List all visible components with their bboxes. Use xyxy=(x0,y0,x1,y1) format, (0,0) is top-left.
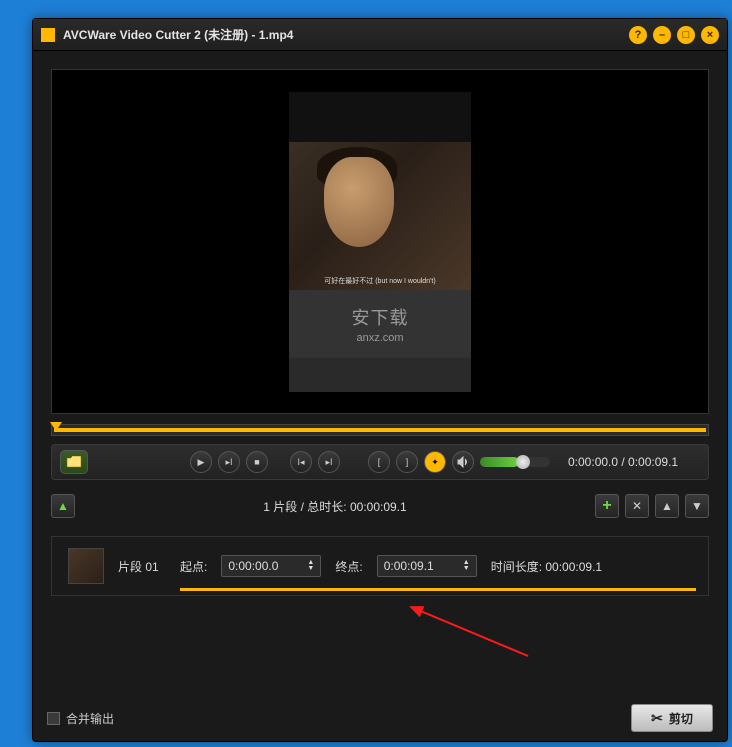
add-segment-button[interactable]: + xyxy=(595,494,619,518)
playback-controls: ▶ ▸I ■ I◂ ▸I [ ] ✦ 0:00:00.0 / 0:00:09.1 xyxy=(51,444,709,480)
segment-row[interactable]: 片段 01 起点: 0:00:00.0 ▲▼ 终点: 0:00:09.1 ▲▼ … xyxy=(51,536,709,596)
next-frame-button[interactable]: ▸I xyxy=(318,451,340,473)
segment-header: ▲ 1 片段 / 总时长: 00:00:09.1 + ✕ ▲ ▼ xyxy=(51,490,709,522)
end-label: 终点: xyxy=(335,558,362,575)
content-area: 可好在最好不过 (but now I wouldn't) 安下载 anxz.co… xyxy=(33,51,727,606)
maximize-button[interactable]: □ xyxy=(677,26,695,44)
segment-name: 片段 01 xyxy=(118,558,166,575)
time-display: 0:00:00.0 / 0:00:09.1 xyxy=(568,455,678,469)
collapse-button[interactable]: ▲ xyxy=(51,494,75,518)
merge-label: 合并输出 xyxy=(66,710,114,727)
watermark: 安下载 anxz.com xyxy=(289,290,471,358)
titlebar: AVCWare Video Cutter 2 (未注册) - 1.mp4 ? –… xyxy=(33,19,727,51)
annotation-arrow xyxy=(403,601,533,661)
open-file-button[interactable] xyxy=(60,450,88,474)
segment-thumbnail xyxy=(68,548,104,584)
start-time-input[interactable]: 0:00:00.0 ▲▼ xyxy=(221,555,321,577)
new-segment-button[interactable]: ✦ xyxy=(424,451,446,473)
stop-button[interactable]: ■ xyxy=(246,451,268,473)
volume-button[interactable] xyxy=(452,451,474,473)
volume-slider[interactable] xyxy=(480,457,550,467)
segment-summary: 1 片段 / 总时长: 00:00:09.1 xyxy=(81,498,589,515)
minimize-button[interactable]: – xyxy=(653,26,671,44)
subtitle-text: 可好在最好不过 (but now I wouldn't) xyxy=(289,276,471,286)
timeline-playhead[interactable] xyxy=(50,422,62,431)
merge-checkbox[interactable] xyxy=(47,712,60,725)
merge-output-row[interactable]: 合并输出 xyxy=(47,710,114,727)
app-window: AVCWare Video Cutter 2 (未注册) - 1.mp4 ? –… xyxy=(32,18,728,742)
start-time-stepper[interactable]: ▲▼ xyxy=(307,560,314,572)
set-end-button[interactable]: ] xyxy=(396,451,418,473)
video-frame: 可好在最好不过 (but now I wouldn't) 安下载 anxz.co… xyxy=(289,92,471,392)
move-up-button[interactable]: ▲ xyxy=(655,494,679,518)
cut-button[interactable]: ✂ 剪切 xyxy=(631,704,713,732)
app-icon xyxy=(41,28,55,42)
segment-timeline[interactable] xyxy=(180,588,696,591)
step-button[interactable]: ▸I xyxy=(218,451,240,473)
play-button[interactable]: ▶ xyxy=(190,451,212,473)
prev-frame-button[interactable]: I◂ xyxy=(290,451,312,473)
start-label: 起点: xyxy=(180,558,207,575)
delete-segment-button[interactable]: ✕ xyxy=(625,494,649,518)
scissors-icon: ✂ xyxy=(651,710,663,727)
video-preview[interactable]: 可好在最好不过 (but now I wouldn't) 安下载 anxz.co… xyxy=(51,69,709,414)
help-button[interactable]: ? xyxy=(629,26,647,44)
main-timeline[interactable] xyxy=(51,424,709,436)
duration-label: 时间长度: 00:00:09.1 xyxy=(491,558,602,575)
end-time-input[interactable]: 0:00:09.1 ▲▼ xyxy=(377,555,477,577)
close-button[interactable]: × xyxy=(701,26,719,44)
set-start-button[interactable]: [ xyxy=(368,451,390,473)
window-title: AVCWare Video Cutter 2 (未注册) - 1.mp4 xyxy=(63,26,623,43)
move-down-button[interactable]: ▼ xyxy=(685,494,709,518)
end-time-stepper[interactable]: ▲▼ xyxy=(463,560,470,572)
volume-knob[interactable] xyxy=(516,455,530,469)
bottom-bar: 合并输出 ✂ 剪切 xyxy=(47,703,713,733)
